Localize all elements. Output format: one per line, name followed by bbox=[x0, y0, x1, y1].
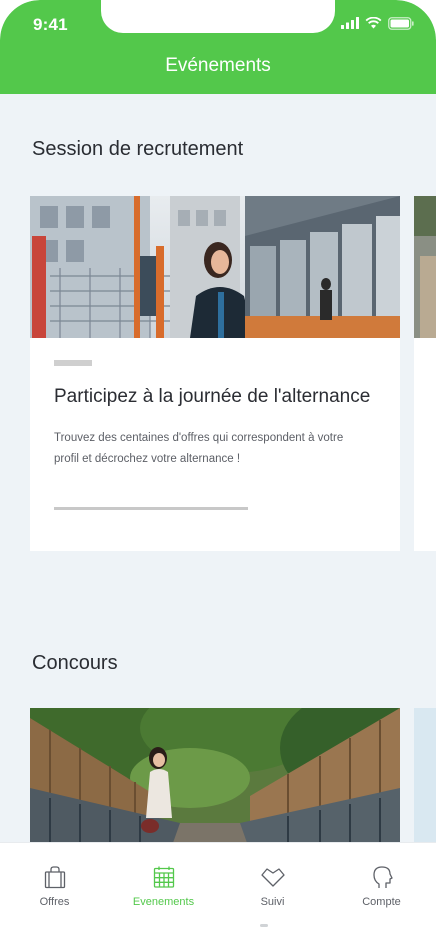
status-icons bbox=[341, 16, 414, 30]
tab-label-suivi: Suivi bbox=[260, 896, 285, 908]
event-card[interactable]: Participez à la journée de l'alternance … bbox=[30, 196, 400, 551]
tab-evenements[interactable]: Evenements bbox=[109, 843, 218, 938]
card-category-placeholder bbox=[54, 360, 92, 366]
tab-compte[interactable]: Compte bbox=[327, 843, 436, 938]
profile-head-icon bbox=[372, 866, 393, 888]
card-footer-placeholder bbox=[54, 507, 248, 510]
page-title: Evénements bbox=[165, 55, 271, 76]
heart-icon bbox=[260, 868, 285, 887]
signal-icon bbox=[341, 17, 359, 29]
app-screen: 9:41 Evénements Session de recrutement P… bbox=[0, 0, 436, 938]
card-description: Trouvez des centaines d'offres qui corre… bbox=[54, 432, 344, 465]
device-notch bbox=[101, 0, 335, 33]
tab-offres[interactable]: Offres bbox=[0, 843, 109, 938]
calendar-icon bbox=[153, 866, 174, 888]
tab-suivi[interactable]: Suivi bbox=[218, 843, 327, 938]
section-title-recrutement: Session de recrutement bbox=[32, 138, 244, 160]
tab-label-offres: Offres bbox=[39, 896, 70, 908]
section-title-concours: Concours bbox=[32, 652, 118, 674]
card-image-peek bbox=[414, 196, 436, 338]
bottom-tab-bar: Offres Evenements Suivi Compte bbox=[0, 842, 436, 938]
app-header: 9:41 Evénements bbox=[0, 0, 436, 94]
tab-label-evenements: Evenements bbox=[132, 896, 195, 908]
home-indicator bbox=[260, 924, 268, 927]
card-body: Participez à la journée de l'alternance … bbox=[30, 338, 400, 510]
bag-icon bbox=[44, 866, 65, 889]
battery-icon bbox=[388, 16, 414, 30]
next-event-card-peek[interactable] bbox=[414, 196, 436, 551]
tab-label-compte: Compte bbox=[362, 896, 401, 908]
status-time: 9:41 bbox=[33, 15, 68, 34]
wifi-icon bbox=[365, 17, 382, 29]
card-image-tram-station bbox=[30, 196, 400, 338]
card-title: Participez à la journée de l'alternance bbox=[54, 386, 371, 407]
